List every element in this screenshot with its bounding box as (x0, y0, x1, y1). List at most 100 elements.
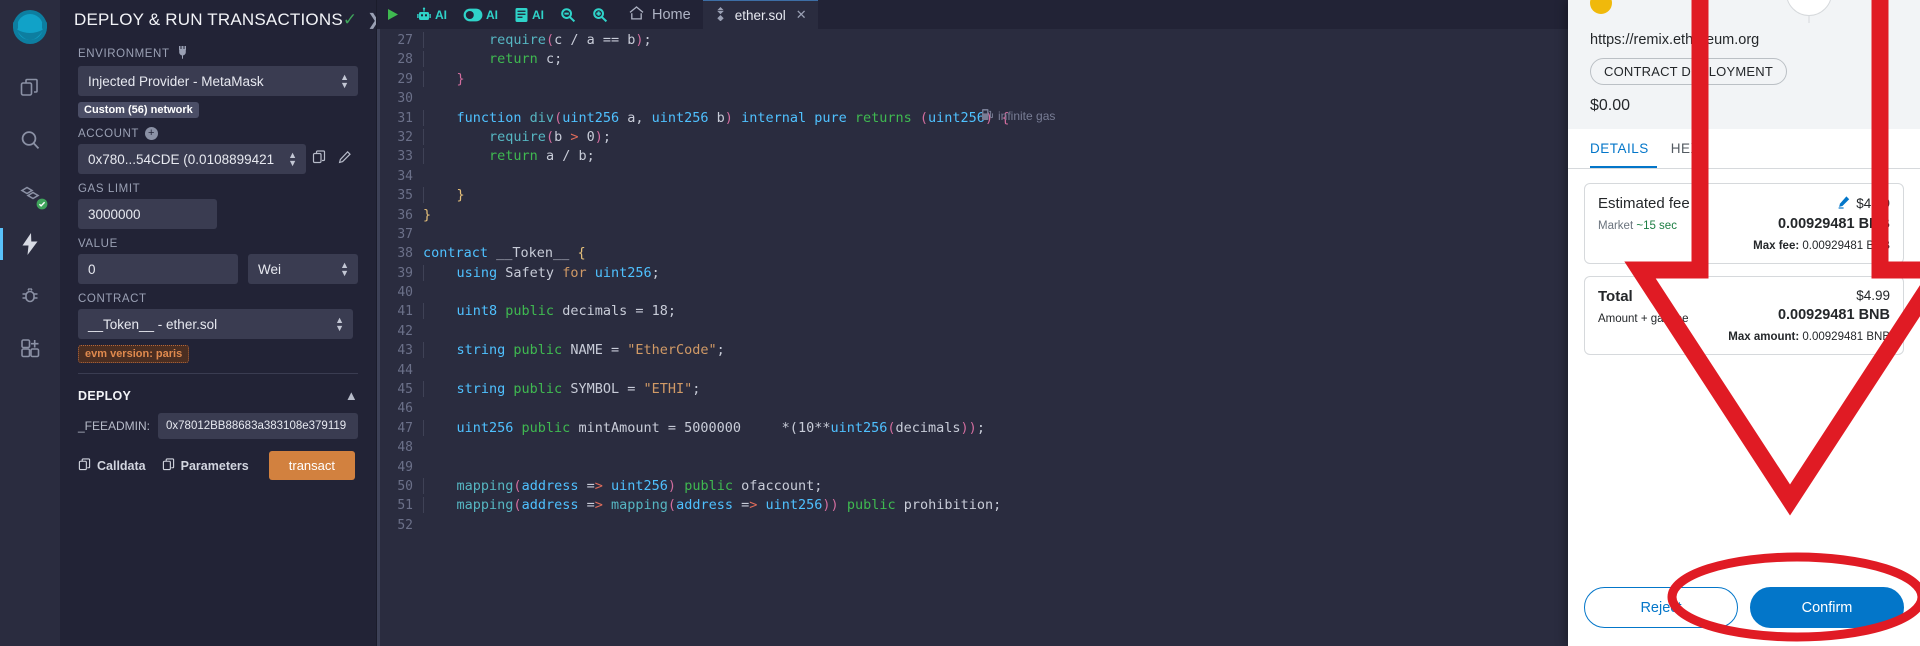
environment-select-wrap: Injected Provider - MetaMask ▲ ▼ (78, 66, 358, 96)
code-token: mintAmount (578, 419, 660, 436)
code-token: ; (976, 419, 985, 436)
code-token: "ETHI" (643, 381, 693, 398)
code-token: require (489, 128, 546, 145)
code-token: for (554, 264, 595, 281)
robot-ai-button[interactable]: AI (408, 7, 455, 23)
code-token: return (489, 51, 538, 68)
contract-select[interactable]: __Token__ - ether.sol (78, 309, 353, 339)
line-number: 52 (397, 517, 413, 533)
code-token: ofaccount; (741, 477, 823, 494)
solidity-file-icon (714, 6, 727, 24)
environment-label-text: ENVIRONMENT (78, 47, 170, 60)
deploy-run-panel: DEPLOY & RUN TRANSACTIONS ✓ ❯ ENVIRONMEN… (60, 0, 377, 646)
tab-label: ether.sol (734, 7, 786, 23)
line-number: 28 (397, 52, 413, 68)
deployment-type-pill: CONTRACT DEPLOYMENT (1590, 58, 1787, 85)
chevron-up-icon[interactable]: ▲ (345, 388, 358, 403)
zoom-in-icon[interactable] (584, 7, 616, 23)
code-token: c (554, 32, 571, 48)
line-number: 35 (397, 188, 413, 204)
value-input[interactable]: 0 (78, 254, 238, 284)
line-number: 32 (397, 129, 413, 145)
transaction-amount: $0.00 (1590, 97, 1631, 114)
code-token: using (456, 264, 506, 281)
tab-hex[interactable]: HEX (1671, 129, 1708, 168)
code-token: return (489, 148, 538, 165)
code-token: ) (635, 32, 644, 48)
run-icon[interactable] (377, 7, 408, 22)
sidebar-item-solidity-compiler[interactable] (8, 170, 52, 214)
copy-icon[interactable] (306, 149, 332, 169)
code-token: ; (643, 32, 652, 48)
copy-icon (162, 457, 175, 474)
code-token: } (456, 70, 465, 87)
max-fee-row: Max fee: 0.00929481 BNB (1753, 240, 1890, 252)
code-token: = (602, 342, 628, 359)
gas-limit-input[interactable]: 3000000 (78, 199, 217, 229)
total-label: Total (1598, 288, 1633, 305)
account-label-text: ACCOUNT (78, 127, 140, 140)
code-token: public (513, 342, 571, 359)
transact-button[interactable]: transact (268, 451, 355, 480)
code-token: string (456, 342, 514, 359)
line-number: 44 (397, 362, 413, 378)
max-amount-label: Max amount: (1728, 331, 1800, 343)
estimated-fee-card: Estimated fee Market ~15 sec $4.99 0.009… (1584, 183, 1904, 264)
compiler-success-badge (35, 197, 48, 210)
tab-details[interactable]: DETAILS (1590, 129, 1657, 168)
feeadmin-input[interactable]: 0x78012BB88683a383108e379119 (158, 413, 358, 439)
pencil-edit-icon[interactable] (1837, 195, 1851, 212)
sidebar-item-file-explorer[interactable] (8, 66, 52, 110)
line-number: 30 (397, 91, 413, 107)
code-token: ) (724, 109, 733, 126)
edit-icon[interactable] (332, 150, 358, 169)
account-select[interactable]: 0x780...54CDE (0.0108899421 (78, 144, 306, 174)
sidebar-item-plugin-manager[interactable] (8, 326, 52, 370)
docs-ai-button[interactable]: AI (506, 7, 552, 23)
deploy-section-header[interactable]: DEPLOY ▲ (78, 388, 358, 403)
parameters-button[interactable]: Parameters (162, 457, 249, 474)
code-token: == (602, 32, 620, 48)
code-token: "EtherCode" (627, 342, 717, 359)
check-icon[interactable]: ✓ (343, 10, 357, 30)
contract-label: CONTRACT (78, 293, 147, 305)
code-token: = (659, 419, 685, 436)
code-token: )) (960, 419, 977, 436)
calldata-button[interactable]: Calldata (78, 457, 146, 474)
feeadmin-row: _FEEADMIN: 0x78012BB88683a383108e379119 (78, 413, 358, 439)
line-number: 36 (397, 207, 413, 223)
code-token: uint8 (456, 303, 506, 320)
code-token: ( (513, 477, 522, 494)
code-token: mapping (456, 497, 514, 514)
contract-select-wrap: __Token__ - ether.sol ▲ ▼ (78, 309, 353, 339)
sidebar-item-debugger[interactable] (8, 274, 52, 318)
tab-ether-sol[interactable]: ether.sol ✕ (702, 0, 818, 29)
code-token: ( (911, 109, 929, 126)
code-token: public (838, 497, 904, 514)
environment-select[interactable]: Injected Provider - MetaMask (78, 66, 358, 96)
close-icon[interactable]: ✕ (796, 7, 807, 23)
line-number: 49 (397, 459, 413, 475)
toggle-ai-button[interactable]: AI (455, 8, 506, 22)
divider (78, 373, 358, 374)
sidebar-item-deploy-run[interactable] (0, 222, 52, 266)
sidebar-item-search[interactable] (8, 118, 52, 162)
gas-estimate-hint: infinite gas (981, 108, 1055, 124)
add-account-icon[interactable]: + (145, 127, 159, 140)
calldata-label: Calldata (97, 458, 146, 473)
code-token: ; (651, 264, 660, 281)
chevron-right-icon[interactable]: ❯ (367, 10, 376, 30)
confirm-button[interactable]: Confirm (1750, 587, 1904, 628)
zoom-out-icon[interactable] (552, 7, 584, 23)
code-token: contract (423, 245, 497, 262)
reject-button[interactable]: Reject (1584, 587, 1738, 628)
line-number: 48 (397, 440, 413, 456)
code-token: ( (667, 497, 677, 514)
fee-usd-row: $4.99 (1753, 195, 1890, 212)
line-number: 43 (397, 343, 413, 359)
code-token: c; (537, 51, 563, 68)
value-unit-select[interactable]: Wei (248, 254, 358, 284)
code-token: address (521, 497, 579, 514)
code-token: uint256 (830, 419, 888, 436)
home-tab[interactable]: Home (616, 5, 703, 25)
